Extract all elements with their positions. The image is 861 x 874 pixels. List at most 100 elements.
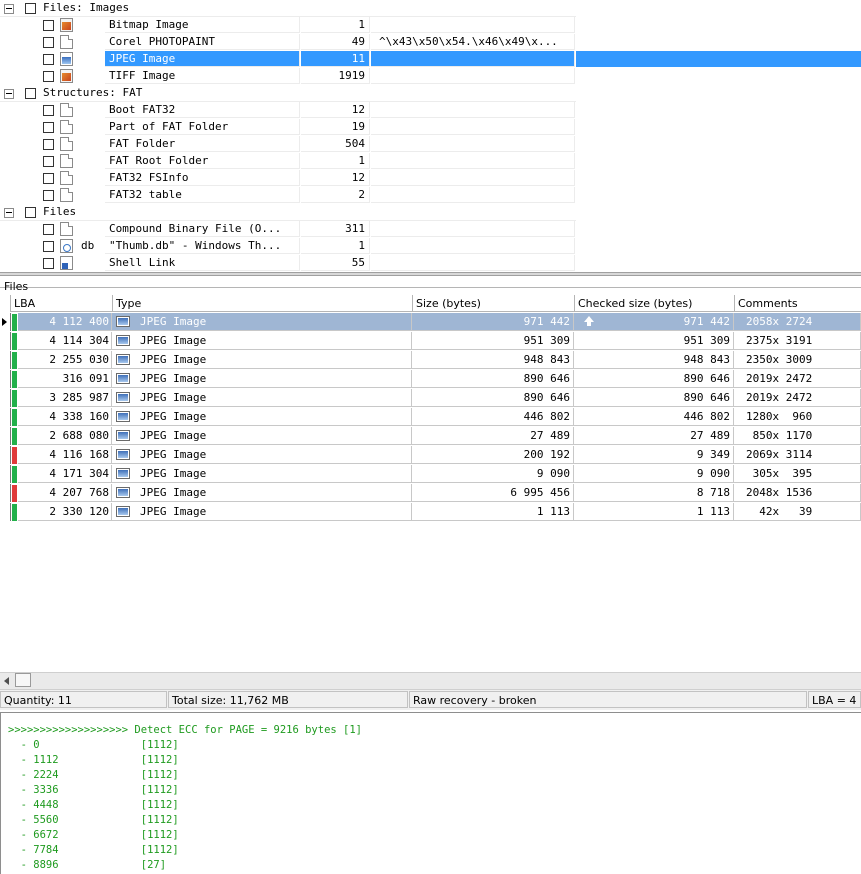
collapse-icon[interactable] xyxy=(4,89,14,99)
column-header-comments[interactable]: Comments xyxy=(734,295,861,312)
item-signature xyxy=(371,187,575,203)
cell-comments: 2019x 2472 xyxy=(734,370,861,388)
tree-group[interactable]: Files: Images xyxy=(0,0,861,17)
scroll-left-arrow-icon[interactable] xyxy=(0,673,14,688)
item-signature xyxy=(371,136,575,152)
column-header-lba[interactable]: LBA xyxy=(10,295,112,312)
row-indicator[interactable] xyxy=(0,389,11,407)
cell-comments: 2058x 2724 xyxy=(734,313,861,331)
cell-checked-value: 9 349 xyxy=(696,448,730,461)
item-checkbox[interactable] xyxy=(43,54,54,65)
panel-splitter[interactable] xyxy=(0,272,861,276)
row-indicator[interactable] xyxy=(0,427,11,445)
item-checkbox[interactable] xyxy=(43,122,54,133)
jpeg-file-icon xyxy=(116,373,130,384)
tree-item[interactable]: JPEG Image 11 xyxy=(0,51,861,68)
item-count: 1 xyxy=(301,17,370,33)
row-indicator[interactable] xyxy=(0,332,11,350)
cell-lba: 316 091 xyxy=(18,370,112,388)
row-indicator[interactable] xyxy=(0,503,11,521)
jpeg-file-icon xyxy=(116,411,130,422)
jpeg-file-icon xyxy=(116,468,130,479)
tree-item[interactable]: Part of FAT Folder 19 xyxy=(0,119,861,136)
tree-group-label: Files xyxy=(43,205,77,218)
item-checkbox[interactable] xyxy=(43,71,54,82)
horizontal-scrollbar[interactable] xyxy=(0,672,861,689)
item-checkbox[interactable] xyxy=(43,224,54,235)
tree-item[interactable]: Bitmap Image 1 xyxy=(0,17,861,34)
table-row[interactable]: 2 330 120 JPEG Image 1 113 1 113 42x 39 xyxy=(0,503,861,522)
shortcut-icon xyxy=(60,256,73,270)
item-signature xyxy=(371,102,575,118)
cell-type-label: JPEG Image xyxy=(140,467,207,480)
item-checkbox[interactable] xyxy=(43,241,54,252)
item-checkbox[interactable] xyxy=(43,258,54,269)
log-line: - 5560 [1112] xyxy=(8,814,179,826)
cell-type-label: JPEG Image xyxy=(140,315,207,328)
tree-item[interactable]: FAT Folder 504 xyxy=(0,136,861,153)
item-checkbox[interactable] xyxy=(43,173,54,184)
row-indicator[interactable] xyxy=(0,484,11,502)
cell-type-label: JPEG Image xyxy=(140,505,207,518)
table-row[interactable]: 4 171 304 JPEG Image 9 090 9 090 305x 395 xyxy=(0,465,861,484)
tree-item[interactable]: Compound Binary File (O... 311 xyxy=(0,221,861,238)
row-indicator[interactable] xyxy=(0,465,11,483)
item-name: JPEG Image xyxy=(105,51,300,67)
row-indicator[interactable] xyxy=(0,313,11,331)
table-row[interactable]: 4 207 768 JPEG Image 6 995 456 8 718 2048x 1… xyxy=(0,484,861,503)
document-icon xyxy=(60,154,73,168)
tree-group-label: Structures: FAT xyxy=(43,86,143,99)
collapse-icon[interactable] xyxy=(4,208,14,218)
item-checkbox[interactable] xyxy=(43,37,54,48)
item-checkbox[interactable] xyxy=(43,190,54,201)
table-row[interactable]: 4 116 168 JPEG Image 200 192 9 349 2069x 311… xyxy=(0,446,861,465)
row-indicator[interactable] xyxy=(0,408,11,426)
row-indicator[interactable] xyxy=(0,351,11,369)
table-row[interactable]: 3 285 987 JPEG Image 890 646 890 646 2019x 2… xyxy=(0,389,861,408)
item-checkbox[interactable] xyxy=(43,156,54,167)
tree-item[interactable]: Shell Link 55 xyxy=(0,255,861,272)
item-checkbox[interactable] xyxy=(43,139,54,150)
table-row[interactable]: 316 091 JPEG Image 890 646 890 646 2019x 247… xyxy=(0,370,861,389)
row-indicator[interactable] xyxy=(0,446,11,464)
item-name: Boot FAT32 xyxy=(105,102,300,118)
column-header-size[interactable]: Size (bytes) xyxy=(412,295,574,312)
item-name: Shell Link xyxy=(105,255,300,271)
tree-item[interactable]: FAT Root Folder 1 xyxy=(0,153,861,170)
item-count: 12 xyxy=(301,102,370,118)
cell-size: 890 646 xyxy=(412,389,574,407)
item-name: Corel PHOTOPAINT xyxy=(105,34,300,50)
row-indicator[interactable] xyxy=(0,370,11,388)
table-row[interactable]: 4 338 160 JPEG Image 446 802 446 802 1280x 9… xyxy=(0,408,861,427)
group-checkbox[interactable] xyxy=(25,207,36,218)
cell-type: JPEG Image xyxy=(112,351,412,369)
scrollbar-thumb[interactable] xyxy=(15,673,31,687)
table-row[interactable]: 4 112 400 JPEG Image 971 442 971 442 2058x 2… xyxy=(0,313,861,332)
item-name: Part of FAT Folder xyxy=(105,119,300,135)
category-tree: Files: Images Bitmap Image 1 Corel PHOTOPAI… xyxy=(0,0,861,272)
tree-item[interactable]: FAT32 table 2 xyxy=(0,187,861,204)
tree-group[interactable]: Files xyxy=(0,204,861,221)
cell-type: JPEG Image xyxy=(112,313,412,331)
group-checkbox[interactable] xyxy=(25,88,36,99)
tree-item[interactable]: TIFF Image 1919 xyxy=(0,68,861,85)
cell-size: 890 646 xyxy=(412,370,574,388)
item-signature: ^\x43\x50\x54.\x46\x49\x... xyxy=(371,34,575,50)
item-checkbox[interactable] xyxy=(43,105,54,116)
collapse-icon[interactable] xyxy=(4,4,14,14)
log-output[interactable]: >>>>>>>>>>>>>>>>>>> Detect ECC for PAGE … xyxy=(0,712,861,874)
item-checkbox[interactable] xyxy=(43,20,54,31)
tree-item[interactable]: Corel PHOTOPAINT 49 ^\x43\x50\x54.\x46\x49… xyxy=(0,34,861,51)
tree-item[interactable]: Boot FAT32 12 xyxy=(0,102,861,119)
column-header-type[interactable]: Type xyxy=(112,295,412,312)
item-name: FAT32 FSInfo xyxy=(105,170,300,186)
tree-group[interactable]: Structures: FAT xyxy=(0,85,861,102)
tree-item[interactable]: db "Thumb.db" - Windows Th... 1 xyxy=(0,238,861,255)
cell-checked-value: 1 113 xyxy=(696,505,730,518)
table-row[interactable]: 2 688 080 JPEG Image 27 489 27 489 850x 117… xyxy=(0,427,861,446)
table-row[interactable]: 2 255 030 JPEG Image 948 843 948 843 2350x 3… xyxy=(0,351,861,370)
tree-item[interactable]: FAT32 FSInfo 12 xyxy=(0,170,861,187)
group-checkbox[interactable] xyxy=(25,3,36,14)
column-header-checked-size[interactable]: Checked size (bytes) xyxy=(574,295,734,312)
table-row[interactable]: 4 114 304 JPEG Image 951 309 951 309 2375x 3… xyxy=(0,332,861,351)
